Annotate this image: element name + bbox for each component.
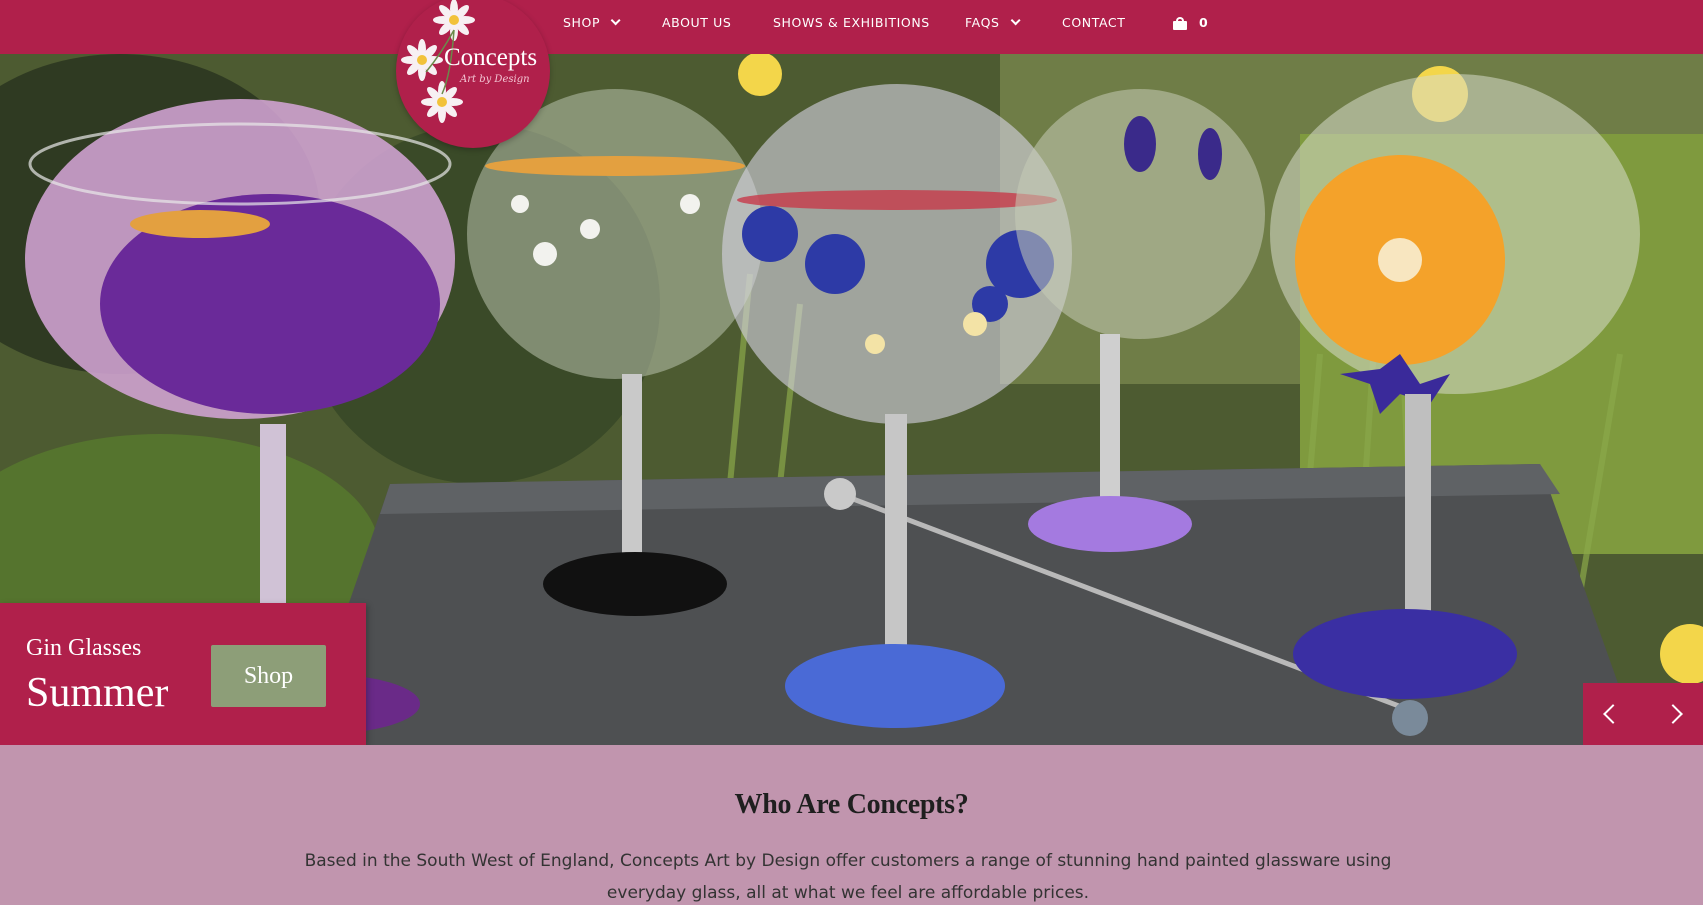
hero-caption: Gin Glasses Summer Shop xyxy=(0,603,366,745)
chevron-down-icon xyxy=(1010,15,1021,26)
main-nav: SHOP ABOUT US SHOWS & EXHIBITIONS FAQS C… xyxy=(0,0,1703,46)
shop-button[interactable]: Shop xyxy=(211,645,326,707)
hero-kicker: Gin Glasses xyxy=(26,635,142,661)
hero-title: Summer xyxy=(26,670,169,716)
nav-about-label: ABOUT US xyxy=(662,15,732,30)
logo-wordmark: Concepts xyxy=(444,44,538,71)
nav-shows-exhibitions[interactable]: SHOWS & EXHIBITIONS xyxy=(773,15,930,30)
slider-controls xyxy=(1583,683,1703,745)
nav-shows-label: SHOWS & EXHIBITIONS xyxy=(773,15,930,30)
hero-slider: Gin Glasses Summer Shop xyxy=(0,54,1703,745)
about-body: Based in the South West of England, Conc… xyxy=(304,851,1392,903)
nav-about-us[interactable]: ABOUT US xyxy=(662,15,731,30)
cart-button[interactable]: 0 xyxy=(1173,15,1208,30)
cart-count: 0 xyxy=(1199,15,1209,30)
nav-shop-label: SHOP xyxy=(563,15,601,30)
about-heading: Who Are Concepts? xyxy=(734,789,969,820)
nav-faqs[interactable]: FAQS xyxy=(965,15,1021,30)
logo-tagline: Art by Design xyxy=(460,74,530,85)
page-bottom xyxy=(0,905,1703,914)
nav-shop[interactable]: SHOP xyxy=(563,15,621,30)
nav-faqs-label: FAQS xyxy=(965,15,1000,30)
nav-contact[interactable]: CONTACT xyxy=(1062,15,1125,30)
about-section: Who Are Concepts? Based in the South Wes… xyxy=(0,745,1703,905)
slider-prev-button[interactable] xyxy=(1583,683,1643,745)
chevron-down-icon xyxy=(610,15,621,26)
slider-next-button[interactable] xyxy=(1643,683,1703,745)
site-header: SHOP ABOUT US SHOWS & EXHIBITIONS FAQS C… xyxy=(0,0,1703,54)
nav-contact-label: CONTACT xyxy=(1062,15,1126,30)
chevron-right-icon xyxy=(1663,704,1683,724)
site-logo[interactable]: Concepts Art by Design xyxy=(396,0,550,148)
shopping-bag-icon xyxy=(1173,16,1187,30)
chevron-left-icon xyxy=(1603,704,1623,724)
